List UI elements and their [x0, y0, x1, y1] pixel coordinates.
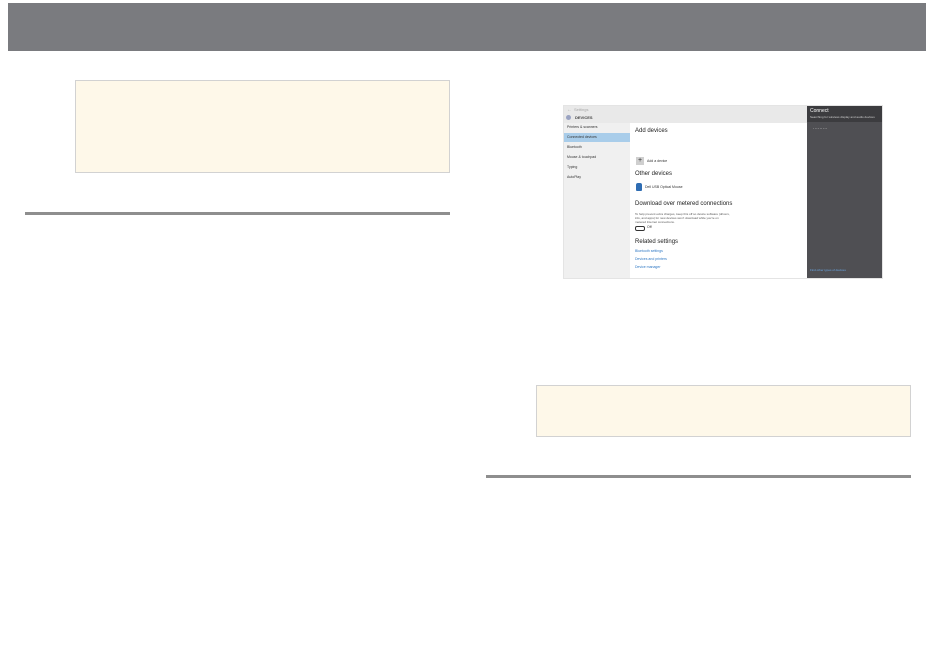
sidebar-item-mouse-touchpad[interactable]: Mouse & touchpad — [564, 153, 630, 162]
related-settings-heading: Related settings — [635, 239, 679, 245]
page-header-bar — [8, 3, 926, 51]
device-manager-link[interactable]: Device manager — [635, 265, 660, 269]
mouse-device-item[interactable]: Dell USB Optical Mouse — [645, 185, 683, 189]
window-titlebar: ← Settings DEVICES — [564, 106, 807, 123]
gear-icon — [566, 115, 571, 120]
find-other-devices-link[interactable]: Find other types of devices — [810, 268, 846, 272]
toggle-state-label: Off — [647, 225, 652, 229]
add-devices-heading: Add devices — [635, 128, 668, 134]
sidebar-item-connected-devices[interactable]: Connected devices — [564, 133, 630, 142]
devices-main-content: Add devices + Add a device Other devices… — [630, 123, 807, 278]
connect-panel: Connect Searching for wireless display a… — [807, 106, 882, 278]
add-device-button[interactable]: Add a device — [647, 159, 667, 163]
add-device-plus-icon[interactable]: + — [636, 157, 644, 165]
settings-sidebar: Printers & scanners Connected devices Bl… — [564, 123, 630, 278]
connect-subtitle: Searching for wireless display and audio… — [810, 115, 875, 119]
section-divider — [25, 212, 450, 215]
connect-title: Connect — [810, 108, 829, 114]
devices-printers-link[interactable]: Devices and printers — [635, 257, 667, 261]
sidebar-item-printers-scanners[interactable]: Printers & scanners — [564, 123, 630, 132]
sidebar-item-typing[interactable]: Typing — [564, 163, 630, 172]
metered-heading: Download over metered connections — [635, 201, 733, 207]
metered-description: To help prevent extra charges, keep this… — [635, 212, 730, 224]
metered-toggle[interactable] — [635, 226, 645, 231]
sidebar-item-autoplay[interactable]: AutoPlay — [564, 173, 630, 182]
bluetooth-settings-link[interactable]: Bluetooth settings — [635, 249, 663, 253]
sidebar-item-bluetooth[interactable]: Bluetooth — [564, 143, 630, 152]
mouse-icon — [636, 183, 642, 191]
back-arrow-icon[interactable]: ← — [567, 107, 572, 113]
searching-progress-dots: ········· — [813, 126, 828, 131]
app-title: Settings — [574, 107, 589, 112]
connect-panel-header: Connect Searching for wireless display a… — [807, 106, 882, 122]
note-box — [536, 385, 911, 437]
devices-settings-screenshot: ← Settings DEVICES Printers & scanners C… — [564, 106, 882, 278]
note-box — [75, 80, 450, 173]
page-title: DEVICES — [575, 115, 593, 120]
section-divider — [486, 475, 911, 478]
other-devices-heading: Other devices — [635, 171, 673, 177]
